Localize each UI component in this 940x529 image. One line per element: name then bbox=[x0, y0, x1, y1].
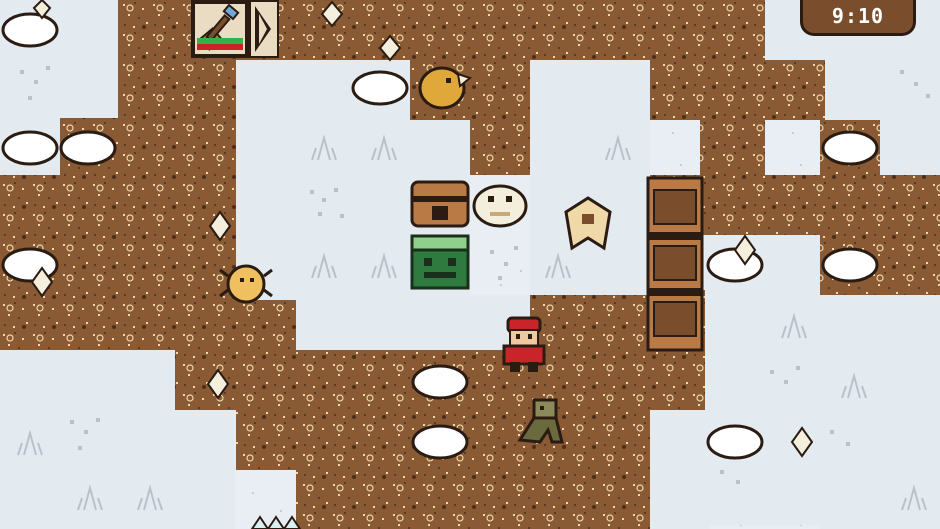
game-viewport[interactable]: 9:10 bbox=[0, 0, 940, 529]
wooden-bridge-pillar[interactable] bbox=[646, 176, 704, 352]
player-character[interactable] bbox=[502, 316, 546, 372]
map-scroll-icon bbox=[255, 6, 271, 52]
snow-rock bbox=[706, 247, 764, 283]
equipped-tool-hud[interactable] bbox=[191, 0, 279, 58]
snow-rock bbox=[1, 130, 59, 166]
health-stamina-bar bbox=[197, 38, 243, 50]
snow-rock bbox=[821, 130, 879, 166]
snow-rock bbox=[59, 130, 117, 166]
game-clock: 9:10 bbox=[800, 0, 916, 36]
tool-slot[interactable] bbox=[191, 0, 249, 58]
sheep-creature[interactable] bbox=[472, 184, 528, 228]
snow-rock bbox=[411, 364, 469, 400]
snow-rock bbox=[1, 12, 59, 48]
snow-rock bbox=[351, 70, 409, 106]
green-chest[interactable] bbox=[410, 234, 470, 290]
secondary-tool-slot[interactable] bbox=[249, 0, 279, 58]
wooden-chest[interactable] bbox=[410, 180, 470, 228]
health-bar-fill bbox=[197, 44, 243, 50]
snow-rock bbox=[821, 247, 879, 283]
snow-rock bbox=[411, 424, 469, 460]
game-map[interactable] bbox=[0, 0, 940, 529]
snow-rock bbox=[706, 424, 764, 460]
ice-spikes bbox=[250, 515, 302, 529]
